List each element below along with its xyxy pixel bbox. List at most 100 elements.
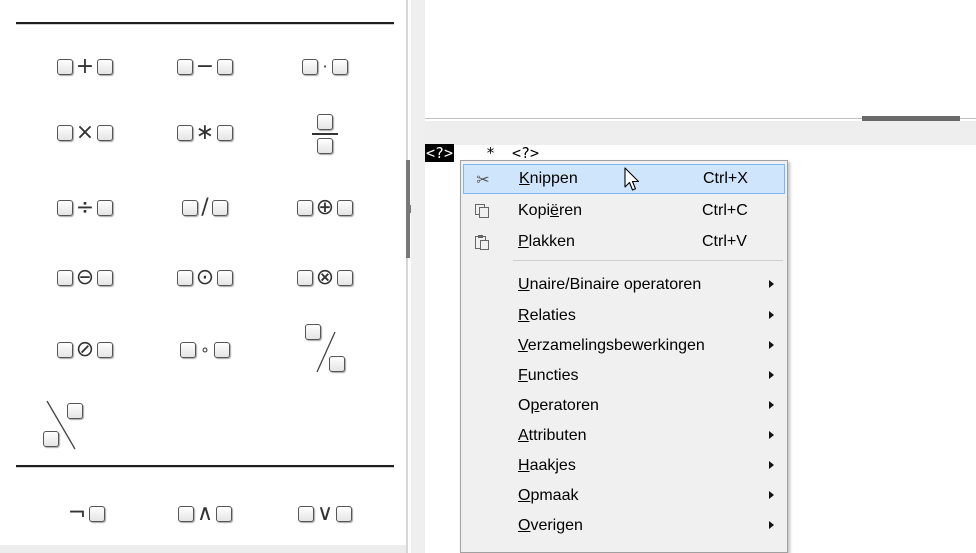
submenu-brackets[interactable]: Haakjes [463,451,785,481]
panel-divider [406,0,408,553]
menu-item-copy[interactable]: Kopiëren Ctrl+C [463,196,785,226]
placeholder-box [337,270,354,286]
element-otimes[interactable]: ⊗ [270,256,380,300]
menu-separator [513,260,783,261]
menu-item-label: Plakken [518,233,575,250]
element-asterisk[interactable]: ∗ [150,111,260,155]
wide-slash-icon [295,322,355,378]
menu-item-label: Verzamelingsbewerkingen [518,337,705,354]
menu-shortcut: Ctrl+X [703,170,748,187]
placeholder-box [216,506,233,522]
placeholder-box [97,59,114,75]
menu-item-label: Unaire/Binaire operatoren [518,276,702,293]
submenu-formats[interactable]: Opmaak [463,481,785,511]
placeholder-box [56,270,73,286]
fraction-bar [312,133,338,135]
placeholder-box [217,125,234,141]
element-cdot[interactable]: · [270,45,380,89]
submenu-arrow-icon [769,521,774,529]
placeholder-box [317,138,333,154]
placeholder-box [177,506,194,522]
submenu-arrow-icon [769,431,774,439]
panel-gap [411,0,425,553]
element-neg[interactable]: ¬ [30,492,140,536]
placeholder-box [56,200,73,216]
placeholder-box [89,506,106,522]
submenu-set-operations[interactable]: Verzamelingsbewerkingen [463,331,785,361]
placeholder-box [56,125,73,141]
submenu-arrow-icon [769,401,774,409]
placeholder-box [97,270,114,286]
element-circ[interactable]: ∘ [150,328,260,372]
panel-bottom-edge [0,545,406,553]
element-odot[interactable]: ⊙ [150,256,260,300]
placeholder-box [296,270,313,286]
placeholder-box [217,59,234,75]
elements-panel: + − · × ∗ ÷ / ⊕ ⊖ ⊙ ⊗ ⊘ ∘ ¬ ∧ ∨ [0,0,406,553]
submenu-arrow-icon [769,491,774,499]
element-oplus[interactable]: ⊕ [270,186,380,230]
placeholder-box [43,431,59,447]
placeholder-box [176,59,193,75]
section-separator-logic [16,465,394,468]
element-fraction[interactable] [270,106,380,162]
submenu-operators[interactable]: Operatoren [463,391,785,421]
section-separator-top [16,22,394,25]
editor-top-strip [425,121,976,145]
placeholder-box [97,200,114,216]
menu-item-label: Attributen [518,427,587,444]
menu-shortcut: Ctrl+V [702,233,747,250]
placeholder-box [329,356,345,372]
menu-item-label: Knippen [519,170,578,187]
submenu-functions[interactable]: Functies [463,361,785,391]
menu-item-paste[interactable]: Plakken Ctrl+V [463,227,785,257]
mouse-pointer-icon [624,167,640,191]
placeholder-box [214,342,230,358]
placeholder-box [211,200,228,216]
submenu-relations[interactable]: Relaties [463,301,785,331]
slash-line [316,331,336,373]
submenu-others[interactable]: Overigen [463,511,785,541]
element-plus[interactable]: + [30,45,140,89]
element-and[interactable]: ∧ [150,492,260,536]
placeholder-box [331,59,348,75]
menu-item-label: Relaties [518,307,576,324]
placeholder-box [67,403,83,419]
element-wide-backslash[interactable] [20,395,110,455]
submenu-arrow-icon [769,280,774,288]
placeholder-box [317,114,333,130]
placeholder-box [97,125,114,141]
placeholder-box [56,342,73,358]
element-divide[interactable]: ÷ [30,186,140,230]
element-or[interactable]: ∨ [270,492,380,536]
submenu-arrow-icon [769,311,774,319]
element-times[interactable]: × [30,111,140,155]
placeholder-box [56,59,73,75]
formula-preview [425,0,976,118]
menu-item-label: Haakjes [518,457,576,474]
menu-item-label: Overigen [518,517,583,534]
submenu-arrow-icon [769,461,774,469]
element-slash[interactable]: / [150,186,260,230]
placeholder-box [296,200,313,216]
scissors-icon: ✂ [476,172,490,189]
placeholder-box [179,342,196,358]
element-ominus[interactable]: ⊖ [30,256,140,300]
submenu-unary-binary-operators[interactable]: Unaire/Binaire operatoren [463,270,785,300]
copy-icon [473,202,491,220]
wide-backslash-icon [35,397,95,453]
selected-placeholder-token[interactable]: <?> [425,144,455,162]
element-minus[interactable]: − [150,45,260,89]
placeholder-box [297,506,314,522]
placeholder-box [176,270,193,286]
fraction-icon [312,114,338,154]
element-wide-slash[interactable] [270,320,380,380]
placeholder-box [176,125,193,141]
element-oslash[interactable]: ⊘ [30,328,140,372]
submenu-attributes[interactable]: Attributen [463,421,785,451]
placeholder-box [97,342,114,358]
menu-item-label: Kopiëren [518,202,583,219]
menu-item-label: Operatoren [518,397,599,414]
context-menu: ✂ Knippen Ctrl+X Kopiëren Ctrl+C Plakken… [460,160,788,553]
menu-item-label: Functies [518,367,579,384]
